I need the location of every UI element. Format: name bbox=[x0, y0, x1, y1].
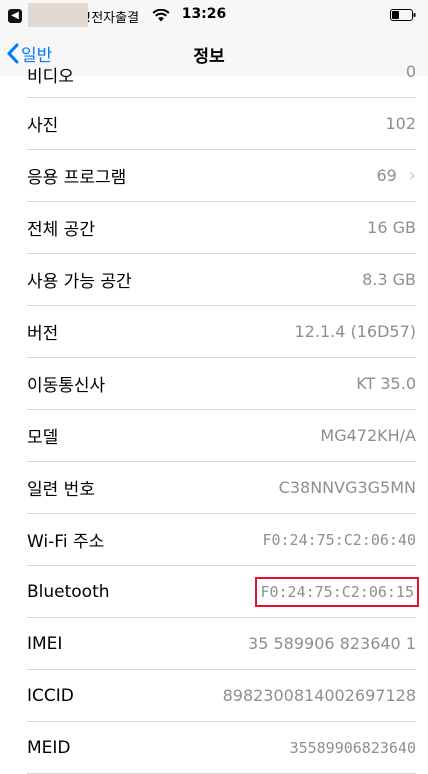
list-item-meid: MEID 35589906823640 bbox=[0, 722, 428, 774]
highlighted-row-value: F0:24:75:C2:06:15 bbox=[255, 576, 419, 607]
list-item-iccid: ICCID 8982300814002697128 bbox=[0, 670, 428, 722]
row-value: 12.1.4 (16D57) bbox=[294, 322, 417, 341]
list-item-bluetooth: Bluetooth F0:24:75:C2:06:15 bbox=[0, 566, 428, 618]
list-item-photos: 사진 102 bbox=[0, 98, 428, 150]
row-value: 8982300814002697128 bbox=[222, 686, 416, 705]
list-item-imei: IMEI 35 589906 823640 1 bbox=[0, 618, 428, 670]
row-label: Wi-Fi 주소 bbox=[27, 532, 105, 552]
row-value: 16 GB bbox=[367, 218, 416, 237]
list-item-serial: 일련 번호 C38NNVG3G5MN bbox=[0, 462, 428, 514]
row-label: 모델 bbox=[27, 428, 59, 448]
row-value: KT 35.0 bbox=[356, 374, 416, 393]
status-time: 13:26 bbox=[181, 6, 227, 22]
list-item-videos: 비디오 0 bbox=[0, 62, 428, 98]
row-value-wrap: 69 › bbox=[376, 165, 416, 186]
row-label: 이동통신사 bbox=[27, 376, 106, 396]
list-item-version: 버전 12.1.4 (16D57) bbox=[0, 306, 428, 358]
row-label: 버전 bbox=[27, 324, 59, 344]
row-value: 35589906823640 bbox=[289, 738, 416, 757]
list-item-capacity: 전체 공간 16 GB bbox=[0, 202, 428, 254]
row-label: 응용 프로그램 bbox=[27, 168, 127, 188]
status-bar: ◀ !전자출결 13:26 bbox=[0, 0, 428, 30]
row-value: MG472KH/A bbox=[320, 426, 416, 445]
row-value: C38NNVG3G5MN bbox=[278, 478, 416, 497]
about-list: 비디오 0 사진 102 응용 프로그램 69 › 전체 공간 16 GB 사용… bbox=[0, 62, 428, 774]
row-label: Bluetooth bbox=[27, 581, 110, 602]
row-label: 일련 번호 bbox=[27, 480, 95, 500]
battery-icon bbox=[390, 9, 416, 21]
row-value: 8.3 GB bbox=[362, 270, 416, 289]
row-label: ICCID bbox=[27, 685, 74, 706]
row-label: 사용 가능 공간 bbox=[27, 272, 132, 292]
row-value: 0 bbox=[405, 62, 416, 81]
row-label: 비디오 bbox=[27, 67, 74, 87]
list-item-carrier: 이동통신사 KT 35.0 bbox=[0, 358, 428, 410]
row-value: 69 bbox=[376, 166, 397, 185]
row-label: MEID bbox=[27, 737, 71, 758]
list-item-wifi-address: Wi-Fi 주소 F0:24:75:C2:06:40 bbox=[0, 514, 428, 566]
row-value: F0:24:75:C2:06:40 bbox=[262, 530, 416, 549]
chevron-right-icon: › bbox=[408, 165, 416, 186]
list-item-applications[interactable]: 응용 프로그램 69 › bbox=[0, 150, 428, 202]
list-item-model: 모델 MG472KH/A bbox=[0, 410, 428, 462]
row-label: 전체 공간 bbox=[27, 220, 95, 240]
row-label: IMEI bbox=[27, 633, 63, 654]
row-value: 102 bbox=[385, 114, 416, 133]
list-item-available: 사용 가능 공간 8.3 GB bbox=[0, 254, 428, 306]
row-label: 사진 bbox=[27, 116, 59, 136]
row-value: 35 589906 823640 1 bbox=[248, 634, 416, 653]
